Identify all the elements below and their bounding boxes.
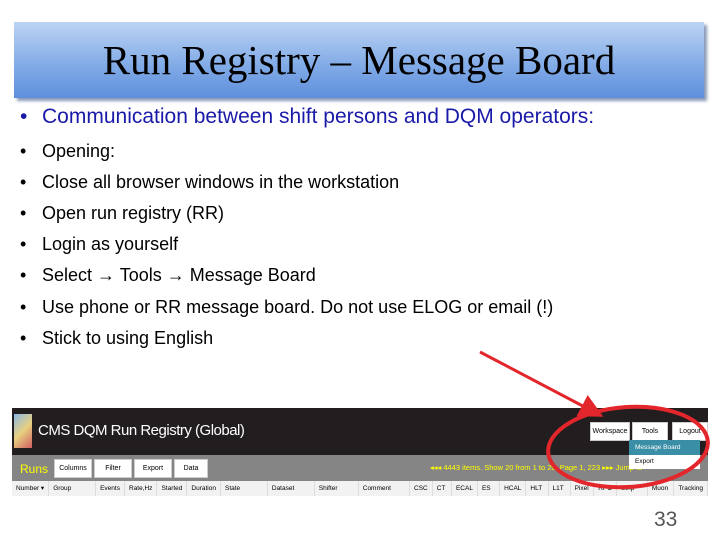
page-number: 33 [654,508,678,531]
annotation-overlay [479,350,710,490]
red-arrow [479,350,604,417]
red-highlight-circle [546,404,710,490]
